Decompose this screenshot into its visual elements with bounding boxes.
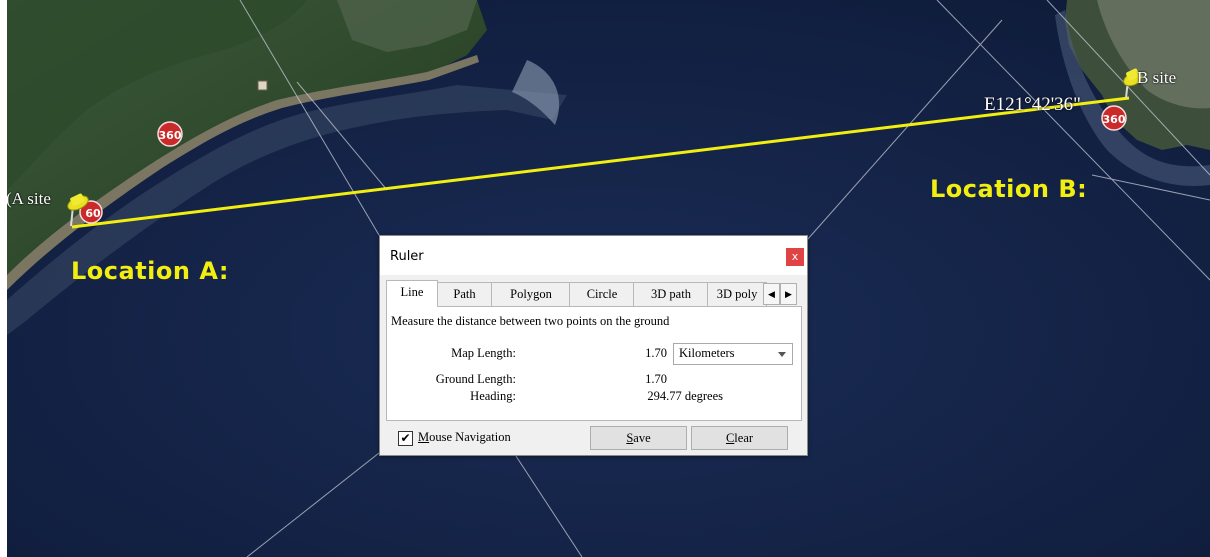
mouse-navigation-label[interactable]: Mouse Navigation	[418, 430, 511, 445]
save-button[interactable]: Save	[590, 426, 687, 450]
street-view-360-icon[interactable]: 360	[157, 121, 183, 147]
mouse-navigation-checkbox[interactable]: ✔	[398, 431, 413, 446]
tab-polygon[interactable]: Polygon	[491, 282, 571, 306]
unit-dropdown-value: Kilometers	[679, 346, 735, 360]
tab-3d-path[interactable]: 3D path	[633, 282, 709, 306]
street-view-60-label: 60	[85, 207, 101, 220]
close-button[interactable]: x	[786, 248, 804, 266]
ruler-description: Measure the distance between two points …	[391, 314, 670, 328]
tab-3d-polygon[interactable]: 3D poly	[707, 282, 767, 306]
unit-dropdown[interactable]: Kilometers	[673, 343, 793, 365]
pin-a-label[interactable]: (A site	[7, 189, 51, 209]
tab-path[interactable]: Path	[436, 282, 493, 306]
map-length-label: Map Length:	[451, 346, 516, 360]
location-a-annotation: Location A:	[71, 257, 229, 285]
heading-label: Heading:	[470, 389, 516, 403]
tab-circle[interactable]: Circle	[569, 282, 635, 306]
ground-length-label: Ground Length:	[435, 372, 516, 386]
street-view-360-label: 360	[1103, 113, 1126, 126]
street-view-360-icon[interactable]: 360	[1101, 105, 1127, 131]
heading-value: 294.77 degrees	[647, 389, 723, 403]
ground-length-value: 1.70	[645, 372, 667, 386]
pin-b-label[interactable]: B site	[1137, 68, 1176, 88]
coordinate-label: E121°42'36"	[984, 94, 1081, 115]
location-b-annotation: Location B:	[930, 175, 1088, 203]
ruler-titlebar[interactable]: Ruler x	[380, 236, 807, 275]
map-poi-icon[interactable]	[257, 80, 268, 91]
ruler-tabs: Line Path Polygon Circle 3D path 3D poly…	[386, 280, 802, 307]
chevron-down-icon	[778, 352, 786, 357]
clear-button[interactable]: Clear	[691, 426, 788, 450]
tab-scroll-left-icon[interactable]: ◀	[763, 283, 780, 305]
tab-line[interactable]: Line	[386, 280, 438, 307]
street-view-360-label: 360	[159, 129, 182, 142]
map-length-value: 1.70	[645, 346, 667, 360]
line-tab-panel: Measure the distance between two points …	[386, 306, 802, 421]
pin-a-text: A site	[11, 189, 51, 208]
tab-scroll-right-icon[interactable]: ▶	[780, 283, 797, 305]
ruler-dialog[interactable]: Ruler x Line Path Polygon Circle 3D path…	[379, 235, 808, 456]
ruler-title: Ruler	[390, 249, 424, 264]
